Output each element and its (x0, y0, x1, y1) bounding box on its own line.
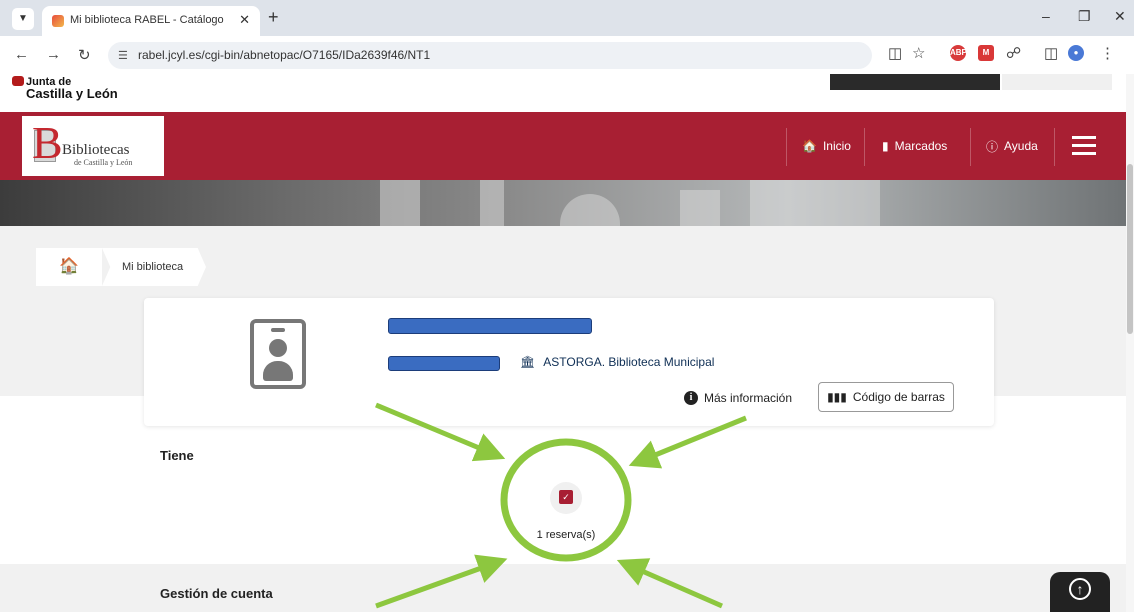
barcode-button[interactable]: ▮▮▮ Código de barras (818, 382, 954, 412)
logo-title: Bibliotecas (62, 142, 130, 158)
browser-toolbar: ← → ↻ ☰ rabel.jcyl.es/cgi-bin/abnetopac/… (0, 36, 1134, 74)
gov-search-area[interactable] (830, 74, 1000, 90)
redacted-user-id (388, 356, 500, 371)
tab-title: Mi biblioteca RABEL - Catálogo (70, 14, 224, 26)
page-scrollbar[interactable] (1126, 74, 1134, 612)
menu-divider (970, 128, 971, 166)
scroll-to-top-button[interactable]: ↑ (1050, 572, 1110, 612)
redacted-user-name (388, 318, 592, 334)
menu-marcados-label: Marcados (894, 139, 948, 153)
help-icon: ⓘ (986, 139, 999, 154)
site-favicon-icon (52, 15, 64, 27)
extensions-puzzle-icon[interactable]: ☍ (1006, 44, 1021, 62)
side-panel-icon[interactable]: ◫ (1044, 44, 1058, 62)
more-info-label: Más información (704, 391, 793, 405)
summary-heading: Tiene (160, 448, 194, 463)
breadcrumb-home-icon[interactable]: 🏠 (36, 248, 102, 286)
menu-divider (786, 128, 787, 166)
menu-ayuda[interactable]: ⓘ Ayuda (986, 136, 1038, 156)
menu-marcados[interactable]: ▮ Marcados (882, 136, 947, 156)
account-management-heading: Gestión de cuenta (160, 586, 273, 601)
site-header: B Bibliotecas de Castilla y León 🏠 Inici… (0, 112, 1126, 180)
browser-menu-icon[interactable]: ⋮ (1100, 44, 1115, 62)
header-banner-image (0, 180, 1126, 226)
breadcrumb-current[interactable]: Mi biblioteca (102, 248, 206, 286)
tab-search-menu-icon[interactable]: ▼ (12, 8, 34, 30)
logo-subtitle: de Castilla y León (74, 158, 133, 167)
home-icon: 🏠 (802, 139, 817, 153)
scrollbar-thumb[interactable] (1127, 164, 1133, 334)
junta-logo-icon (12, 76, 24, 86)
back-icon[interactable]: ← (14, 46, 29, 63)
hamburger-menu-icon[interactable] (1072, 136, 1096, 160)
address-bar[interactable]: ☰ rabel.jcyl.es/cgi-bin/abnetopac/O7165/… (108, 42, 872, 69)
browser-tab[interactable]: Mi biblioteca RABEL - Catálogo ✕ (42, 6, 260, 36)
close-tab-icon[interactable]: ✕ (239, 12, 250, 28)
menu-inicio[interactable]: 🏠 Inicio (802, 136, 851, 156)
profile-avatar-icon[interactable]: ● (1068, 45, 1084, 61)
new-tab-icon[interactable]: + (268, 8, 279, 26)
barcode-icon: ▮▮▮ (827, 390, 847, 404)
adblock-extension-icon[interactable]: ABP (950, 45, 967, 61)
logo-letter-icon: B (32, 117, 63, 168)
government-strip: Junta de Castilla y León (0, 74, 1126, 112)
menu-inicio-label: Inicio (822, 139, 851, 153)
restore-icon[interactable]: ❐ (1078, 8, 1091, 25)
library-name: ASTORGA. Biblioteca Municipal (543, 355, 715, 369)
home-library: 🏛 ASTORGA. Biblioteca Municipal (520, 355, 714, 369)
install-app-icon[interactable]: ◫ (888, 44, 902, 62)
calendar-check-icon: ✓ (559, 490, 573, 504)
reservations-count[interactable]: 1 reserva(s) (510, 529, 622, 541)
library-building-icon: 🏛 (520, 355, 536, 369)
page-viewport: Junta de Castilla y León B Bibliotecas d… (0, 74, 1126, 612)
url-text: rabel.jcyl.es/cgi-bin/abnetopac/O7165/ID… (138, 48, 431, 62)
gov-logo-line2: Castilla y León (26, 86, 118, 101)
window-close-icon[interactable]: ✕ (1114, 8, 1126, 25)
gov-search-field[interactable] (1002, 74, 1112, 90)
reload-icon[interactable]: ↻ (78, 46, 91, 64)
menu-ayuda-label: Ayuda (1004, 139, 1038, 153)
more-info-link[interactable]: i Más información (684, 391, 792, 405)
forward-icon[interactable]: → (46, 46, 61, 63)
menu-divider (864, 128, 865, 166)
bookmark-icon: ▮ (882, 139, 889, 153)
mendeley-extension-icon[interactable]: M (978, 45, 994, 61)
browser-tab-bar: ▼ Mi biblioteca RABEL - Catálogo ✕ + – ❐… (0, 0, 1134, 36)
info-icon: i (684, 391, 698, 405)
minimize-icon[interactable]: – (1042, 8, 1050, 24)
menu-divider (1054, 128, 1055, 166)
bibliotecas-logo[interactable]: B Bibliotecas de Castilla y León (22, 116, 164, 176)
user-id-card-icon (250, 319, 306, 389)
reservations-link[interactable]: ✓ (550, 482, 582, 514)
site-settings-icon[interactable]: ☰ (118, 49, 128, 62)
bookmark-star-icon[interactable]: ☆ (912, 44, 925, 62)
arrow-up-icon: ↑ (1069, 578, 1091, 600)
user-profile-card: 🏛 ASTORGA. Biblioteca Municipal i Más in… (144, 298, 994, 426)
barcode-button-label: Código de barras (852, 390, 945, 404)
